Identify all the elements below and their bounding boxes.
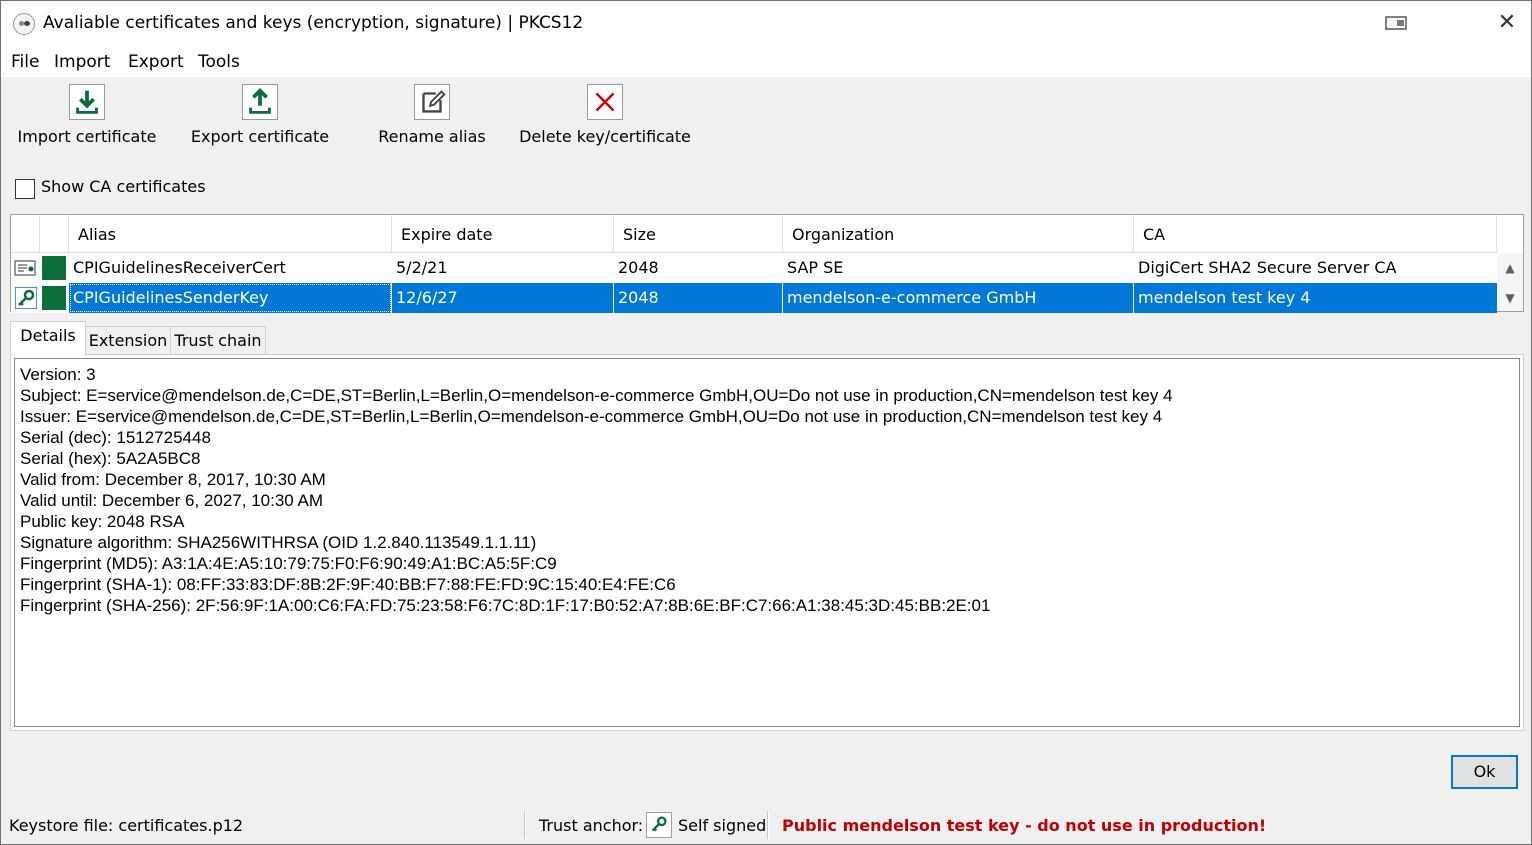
export-certificate-label: Export certificate <box>190 127 330 146</box>
certificate-table: Alias Expire date Size Organization CA C… <box>10 214 1524 313</box>
status-divider <box>524 811 526 839</box>
detail-line: Fingerprint (SHA-256): 2F:56:9F:1A:00:C6… <box>20 596 991 615</box>
window-title: Avaliable certificates and keys (encrypt… <box>43 13 584 33</box>
show-ca-label: Show CA certificates <box>41 177 206 196</box>
detail-line: Signature algorithm: SHA256WITHRSA (OID … <box>20 533 537 552</box>
menu-bar: File Import Export Tools <box>1 47 1531 77</box>
delete-key-certificate-label: Delete key/certificate <box>519 127 691 146</box>
cell-expire-date: 5/2/21 <box>396 258 448 277</box>
delete-icon <box>587 84 623 120</box>
tab-extension[interactable]: Extension <box>85 326 171 354</box>
status-divider <box>767 811 769 839</box>
cell-alias: CPIGuidelinesReceiverCert <box>73 258 286 277</box>
details-panel: Version: 3 Subject: E=service@mendelson.… <box>10 354 1524 731</box>
scroll-up-icon[interactable]: ▲ <box>1497 255 1523 281</box>
import-icon <box>69 84 105 120</box>
cell-size: 2048 <box>614 283 783 313</box>
edit-icon <box>414 84 450 120</box>
ok-button[interactable]: Ok <box>1451 755 1518 789</box>
detail-line: Valid from: December 8, 2017, 10:30 AM <box>20 470 326 489</box>
status-indicator <box>42 286 66 310</box>
certificate-icon <box>14 260 36 276</box>
detail-line: Public key: 2048 RSA <box>20 512 185 531</box>
menu-import[interactable]: Import <box>54 52 110 72</box>
tab-details[interactable]: Details <box>10 321 86 356</box>
certificate-details-text[interactable]: Version: 3 Subject: E=service@mendelson.… <box>14 358 1520 727</box>
detail-line: Valid until: December 6, 2027, 10:30 AM <box>20 491 324 510</box>
icon-column-header[interactable] <box>11 215 40 253</box>
column-size[interactable]: Size <box>614 215 783 253</box>
production-warning: Public mendelson test key - do not use i… <box>782 816 1267 835</box>
menu-export[interactable]: Export <box>128 52 184 72</box>
table-row[interactable]: CPIGuidelinesReceiverCert 5/2/21 2048 SA… <box>11 253 1497 283</box>
detail-line: Serial (hex): 5A2A5BC8 <box>20 449 201 468</box>
status-indicator <box>42 256 66 280</box>
trust-anchor-label: Trust anchor: <box>539 816 644 835</box>
cell-size: 2048 <box>618 258 659 277</box>
main-window: Avaliable certificates and keys (encrypt… <box>0 0 1532 845</box>
status-column-header[interactable] <box>40 215 69 253</box>
close-window-button[interactable]: ✕ <box>1495 11 1519 35</box>
table-header: Alias Expire date Size Organization CA <box>11 215 1497 253</box>
cell-organization: SAP SE <box>787 258 844 277</box>
scroll-down-icon[interactable]: ▼ <box>1497 285 1523 311</box>
column-ca[interactable]: CA <box>1134 215 1497 253</box>
title-bar: Avaliable certificates and keys (encrypt… <box>1 1 1531 47</box>
app-icon <box>13 13 35 35</box>
menu-file[interactable]: File <box>11 52 39 72</box>
cell-alias: CPIGuidelinesSenderKey <box>69 283 392 313</box>
detail-line: Fingerprint (MD5): A3:1A:4E:A5:10:79:75:… <box>20 554 557 573</box>
detail-line: Issuer: E=service@mendelson.de,C=DE,ST=B… <box>20 407 1163 426</box>
column-alias[interactable]: Alias <box>69 215 392 253</box>
cell-ca: DigiCert SHA2 Secure Server CA <box>1138 258 1397 277</box>
detail-line: Subject: E=service@mendelson.de,C=DE,ST=… <box>20 386 1173 405</box>
menu-tools[interactable]: Tools <box>198 52 240 72</box>
detail-line: Version: 3 <box>20 365 96 384</box>
table-row-selected[interactable]: CPIGuidelinesSenderKey 12/6/27 2048 mend… <box>11 283 1497 313</box>
import-certificate-label: Import certificate <box>17 127 157 146</box>
column-expire-date[interactable]: Expire date <box>392 215 614 253</box>
column-organization[interactable]: Organization <box>783 215 1134 253</box>
restore-window-icon[interactable] <box>1385 15 1409 31</box>
cell-ca: mendelson test key 4 <box>1134 283 1497 313</box>
cell-expire-date: 12/6/27 <box>392 283 614 313</box>
export-icon <box>242 84 278 120</box>
show-ca-checkbox[interactable] <box>15 179 35 199</box>
cell-organization: mendelson-e-commerce GmbH <box>783 283 1134 313</box>
status-bar: Keystore file: certificates.p12 Trust an… <box>1 807 1531 845</box>
detail-line: Serial (dec): 1512725448 <box>20 428 211 447</box>
table-scrollbar[interactable]: ▲ ▼ <box>1497 253 1523 311</box>
detail-line: Fingerprint (SHA-1): 08:FF:33:83:DF:8B:2… <box>20 575 676 594</box>
keystore-file-label: Keystore file: certificates.p12 <box>9 816 244 835</box>
trust-anchor-key-icon <box>646 812 672 838</box>
toolbar: Import certificate Export certificate Re… <box>1 77 1531 167</box>
trust-anchor-value: Self signed <box>678 816 767 835</box>
key-icon <box>15 287 37 309</box>
rename-alias-label: Rename alias <box>378 127 486 146</box>
detail-tabs: Details Extension Trust chain Version: 3… <box>10 321 1524 731</box>
tab-trust-chain[interactable]: Trust chain <box>170 326 266 354</box>
